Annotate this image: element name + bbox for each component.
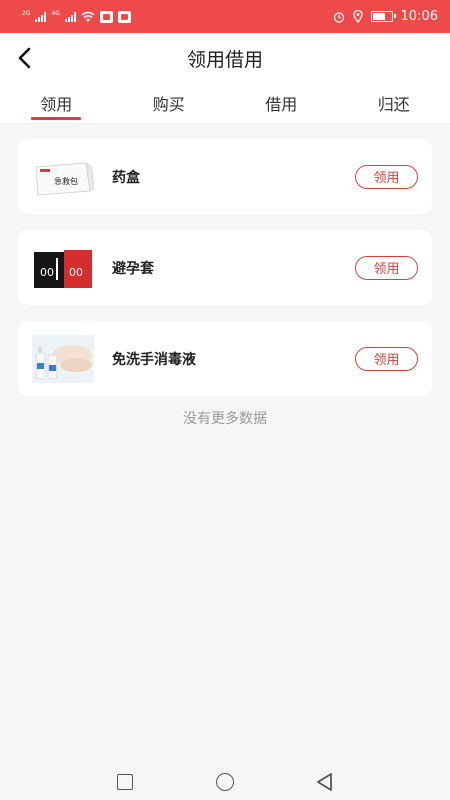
app-notification-icon (99, 10, 113, 23)
list-item[interactable]: 急救包 药盒 领用 (18, 139, 432, 214)
alarm-icon (333, 11, 344, 23)
tab-purchase[interactable]: 购买 (113, 83, 226, 123)
no-more-data-text: 没有更多数据 (183, 411, 267, 427)
tab-borrow[interactable]: 借用 (225, 83, 338, 123)
tab-label: 借用 (265, 95, 298, 114)
header: 领用借用 (0, 33, 450, 83)
status-left: 2G 4G (22, 9, 131, 23)
claim-button[interactable]: 领用 (355, 255, 418, 280)
home-icon[interactable] (216, 773, 234, 791)
item-name: 药盒 (112, 169, 140, 186)
tab-return[interactable]: 归还 (338, 83, 450, 123)
sim1-label: 2G (22, 9, 31, 17)
back-arrow-icon[interactable] (14, 45, 38, 71)
tab-claim[interactable]: 领用 (0, 83, 113, 123)
list-item[interactable]: 00 00 避孕套 领用 (18, 230, 432, 305)
claim-button[interactable]: 领用 (355, 164, 418, 189)
signal-icon-2 (64, 11, 76, 22)
medicine-box-image: 急救包 (32, 152, 94, 201)
location-icon (352, 10, 363, 23)
sim2-label: 4G (51, 9, 60, 17)
wifi-icon (81, 11, 95, 22)
svg-text:00: 00 (40, 266, 54, 279)
tab-label: 归还 (377, 95, 410, 114)
condom-pack-image: 00 00 (32, 243, 94, 292)
item-name: 免洗手消毒液 (112, 351, 196, 368)
item-name: 避孕套 (112, 260, 154, 277)
tab-label: 购买 (152, 95, 185, 114)
status-right: 10:06 (333, 9, 438, 24)
hand-sanitizer-image (32, 334, 94, 383)
clock-time: 10:06 (400, 9, 438, 24)
tab-label: 领用 (40, 95, 73, 114)
svg-text:急救包: 急救包 (54, 176, 78, 186)
back-icon[interactable] (315, 772, 335, 792)
svg-text:00: 00 (69, 266, 83, 279)
signal-icon (35, 11, 47, 22)
page-title: 领用借用 (186, 48, 263, 71)
system-nav-bar (0, 762, 450, 800)
battery-icon (370, 11, 396, 22)
status-bar: 2G 4G 10:06 (0, 0, 450, 33)
tab-bar: 领用 购买 借用 归还 (0, 83, 450, 124)
recent-apps-icon[interactable] (117, 774, 133, 790)
list-item[interactable]: 免洗手消毒液 领用 (18, 321, 432, 396)
claim-button[interactable]: 领用 (355, 346, 418, 371)
app-notification-icon-2 (117, 10, 131, 23)
